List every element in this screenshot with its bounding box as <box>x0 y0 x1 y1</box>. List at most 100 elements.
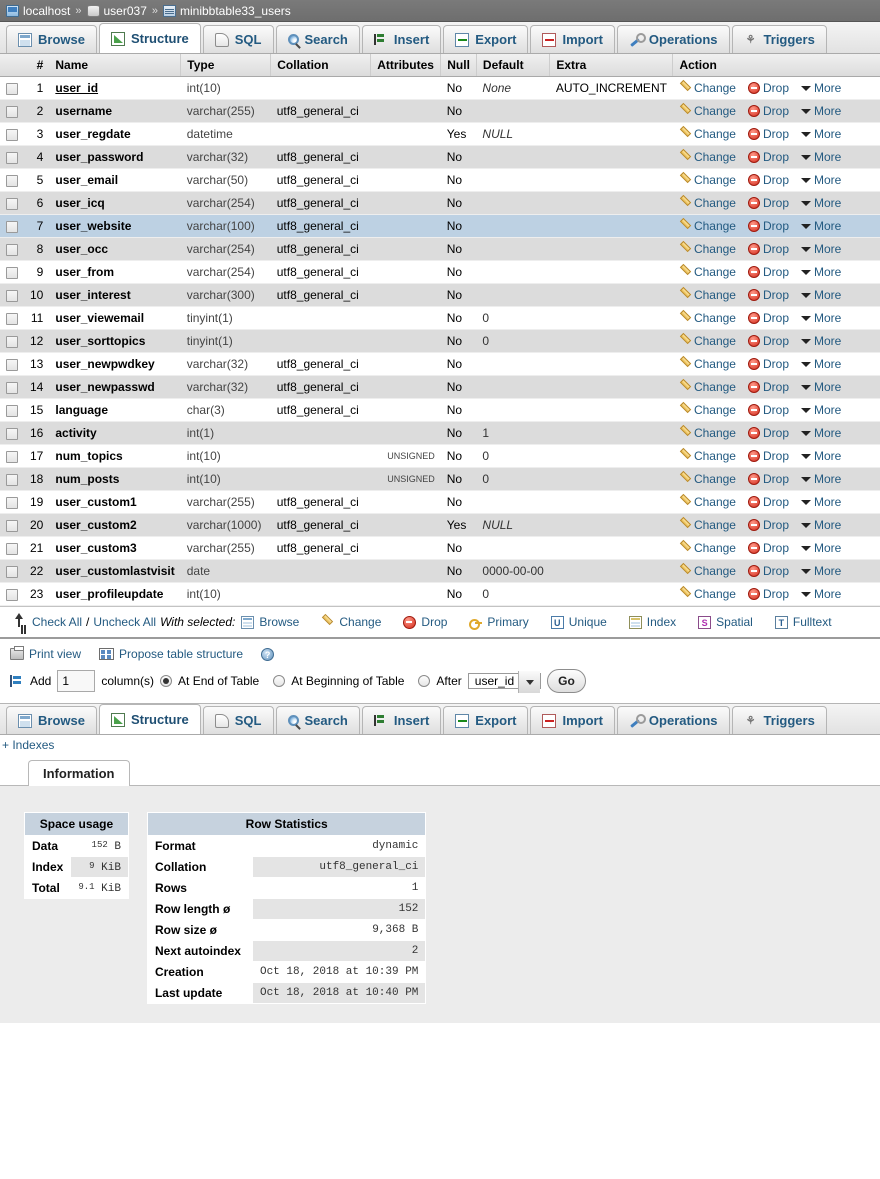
change-link[interactable]: Change <box>679 242 736 256</box>
change-link[interactable]: Change <box>679 196 736 210</box>
table-row[interactable]: 4 user_password varchar(32) utf8_general_ci… <box>0 145 880 169</box>
column-header-null[interactable]: Null <box>440 54 477 77</box>
drop-link[interactable]: Drop <box>747 173 789 187</box>
row-checkbox[interactable] <box>6 335 18 348</box>
indexes-toggle-link[interactable]: + Indexes <box>2 738 54 752</box>
secondary-tab-export[interactable]: Export <box>443 706 529 734</box>
row-checkbox[interactable] <box>6 519 18 532</box>
row-checkbox-cell[interactable] <box>0 145 24 169</box>
with-selected-fulltext[interactable]: T Fulltext <box>774 615 832 629</box>
drop-link[interactable]: Drop <box>747 564 789 578</box>
with-selected-change[interactable]: Change <box>321 615 381 629</box>
change-link[interactable]: Change <box>679 518 736 532</box>
drop-link[interactable]: Drop <box>747 219 789 233</box>
more-link[interactable]: More <box>801 127 841 141</box>
row-checkbox[interactable] <box>6 82 18 95</box>
table-row[interactable]: 21 user_custom3 varchar(255) utf8_general_c… <box>0 536 880 560</box>
more-link[interactable]: More <box>801 357 841 371</box>
main-tab-browse[interactable]: Browse <box>6 25 97 53</box>
row-checkbox[interactable] <box>6 588 18 601</box>
table-row[interactable]: 5 user_email varchar(50) utf8_general_ci No C… <box>0 168 880 192</box>
drop-link[interactable]: Drop <box>747 127 789 141</box>
column-name-cell[interactable]: user_profileupdate <box>49 582 181 606</box>
breadcrumb-server[interactable]: localhost <box>6 4 70 18</box>
row-checkbox[interactable] <box>6 151 18 164</box>
column-name-cell[interactable]: user_newpasswd <box>49 375 181 399</box>
row-checkbox[interactable] <box>6 243 18 256</box>
column-name-cell[interactable]: user_interest <box>49 283 181 307</box>
more-link[interactable]: More <box>801 219 841 233</box>
row-checkbox[interactable] <box>6 312 18 325</box>
table-row[interactable]: 13 user_newpwdkey varchar(32) utf8_general_… <box>0 352 880 376</box>
secondary-tab-browse[interactable]: Browse <box>6 706 97 734</box>
change-link[interactable]: Change <box>679 81 736 95</box>
column-name-cell[interactable]: user_newpwdkey <box>49 352 181 376</box>
column-name-cell[interactable]: user_custom2 <box>49 513 181 537</box>
more-link[interactable]: More <box>801 81 841 95</box>
main-tab-operations[interactable]: Operations <box>616 25 730 53</box>
row-checkbox-cell[interactable] <box>0 191 24 215</box>
row-checkbox-cell[interactable] <box>0 122 24 146</box>
row-checkbox[interactable] <box>6 565 18 578</box>
more-link[interactable]: More <box>801 495 841 509</box>
column-name-cell[interactable]: user_id <box>49 76 181 100</box>
change-link[interactable]: Change <box>679 265 736 279</box>
change-link[interactable]: Change <box>679 380 736 394</box>
row-checkbox[interactable] <box>6 289 18 302</box>
column-name-cell[interactable]: language <box>49 398 181 422</box>
more-link[interactable]: More <box>801 403 841 417</box>
with-selected-primary[interactable]: Primary <box>469 615 529 630</box>
column-name-cell[interactable]: num_posts <box>49 467 181 491</box>
row-checkbox[interactable] <box>6 542 18 555</box>
row-checkbox-cell[interactable] <box>0 76 24 100</box>
change-link[interactable]: Change <box>679 564 736 578</box>
main-tab-sql[interactable]: SQL <box>202 25 274 53</box>
row-checkbox-cell[interactable] <box>0 559 24 583</box>
drop-link[interactable]: Drop <box>747 104 789 118</box>
more-link[interactable]: More <box>801 104 841 118</box>
column-header-default[interactable]: Default <box>476 54 551 77</box>
more-link[interactable]: More <box>801 426 841 440</box>
row-checkbox[interactable] <box>6 496 18 509</box>
column-name-cell[interactable]: user_from <box>49 260 181 284</box>
drop-link[interactable]: Drop <box>747 196 789 210</box>
table-row[interactable]: 17 num_topics int(10) UNSIGNED No 0 Change Drop… <box>0 444 880 468</box>
row-checkbox-cell[interactable] <box>0 260 24 284</box>
change-link[interactable]: Change <box>679 587 736 601</box>
with-selected-index[interactable]: Index <box>628 615 676 629</box>
table-row[interactable]: 2 username varchar(255) utf8_general_ci No Ch… <box>0 99 880 123</box>
drop-link[interactable]: Drop <box>747 265 789 279</box>
drop-link[interactable]: Drop <box>747 495 789 509</box>
with-selected-unique[interactable]: U Unique <box>550 615 607 629</box>
table-row[interactable]: 3 user_regdate datetime Yes NULL Change Drop Mo… <box>0 122 880 146</box>
column-name-cell[interactable]: user_custom3 <box>49 536 181 560</box>
column-name-cell[interactable]: user_viewemail <box>49 306 181 330</box>
row-checkbox-cell[interactable] <box>0 99 24 123</box>
table-row[interactable]: 23 user_profileupdate int(10) No 0 Change Drop… <box>0 582 880 606</box>
drop-link[interactable]: Drop <box>747 449 789 463</box>
row-checkbox[interactable] <box>6 381 18 394</box>
drop-link[interactable]: Drop <box>747 472 789 486</box>
column-name-cell[interactable]: user_website <box>49 214 181 238</box>
main-tab-triggers[interactable]: ⚘ Triggers <box>731 25 827 53</box>
secondary-tab-insert[interactable]: Insert <box>361 706 442 734</box>
row-checkbox-cell[interactable] <box>0 237 24 261</box>
change-link[interactable]: Change <box>679 219 736 233</box>
drop-link[interactable]: Drop <box>747 426 789 440</box>
column-name-cell[interactable]: user_icq <box>49 191 181 215</box>
print-view-link[interactable]: Print view <box>10 646 81 661</box>
more-link[interactable]: More <box>801 288 841 302</box>
main-tab-import[interactable]: Import <box>530 25 615 53</box>
check-all-link[interactable]: Check All <box>32 615 82 629</box>
table-row[interactable]: 19 user_custom1 varchar(255) utf8_general_c… <box>0 490 880 514</box>
row-checkbox[interactable] <box>6 427 18 440</box>
row-checkbox[interactable] <box>6 220 18 233</box>
change-link[interactable]: Change <box>679 104 736 118</box>
more-link[interactable]: More <box>801 196 841 210</box>
tab-information[interactable]: Information <box>28 760 130 786</box>
row-checkbox-cell[interactable] <box>0 467 24 491</box>
more-link[interactable]: More <box>801 564 841 578</box>
drop-link[interactable]: Drop <box>747 541 789 555</box>
row-checkbox-cell[interactable] <box>0 283 24 307</box>
row-checkbox-cell[interactable] <box>0 398 24 422</box>
